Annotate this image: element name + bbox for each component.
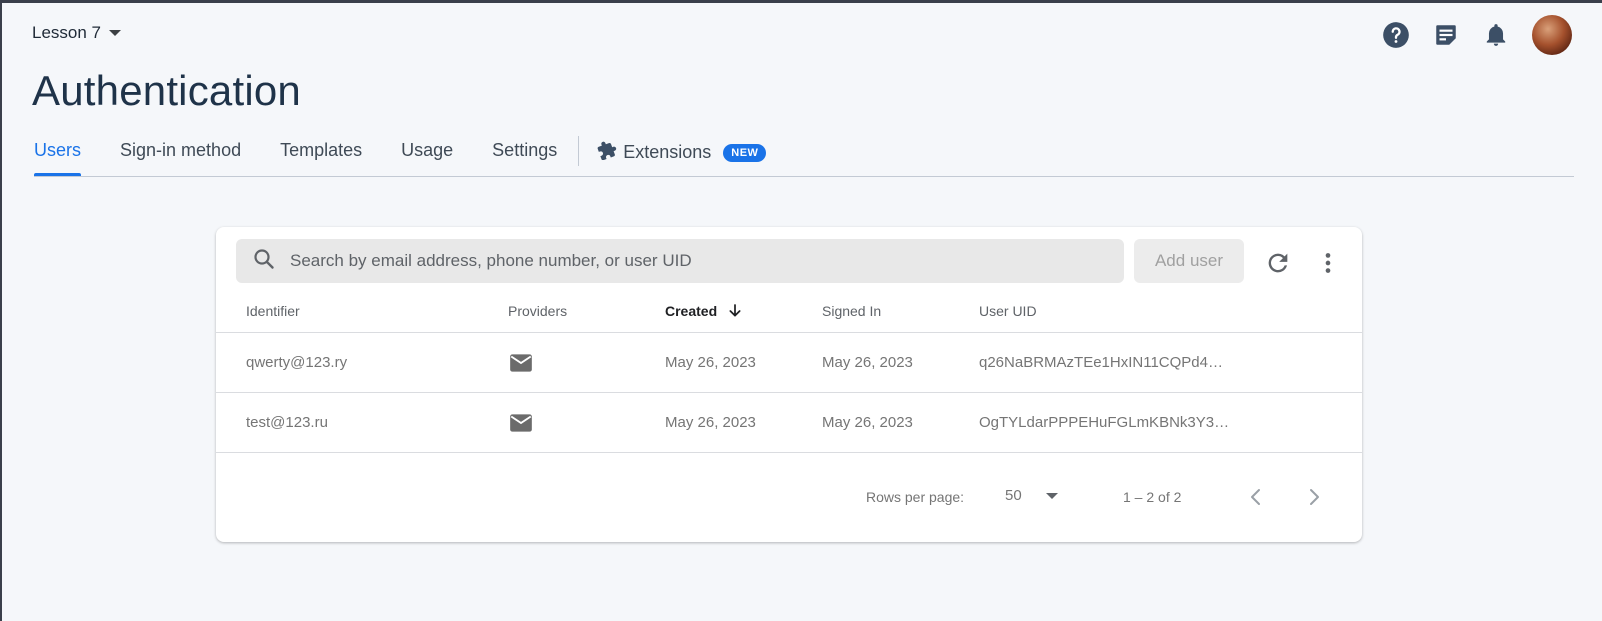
- cell-user-uid: q26NaBRMAzTEe1HxIN11CQPd4…: [979, 354, 1223, 371]
- tab-divider: [578, 136, 580, 166]
- cell-identifier: test@123.ru: [246, 414, 328, 431]
- tab-usage[interactable]: Usage: [401, 131, 453, 175]
- arrow-down-icon: [727, 303, 743, 319]
- email-icon: [508, 393, 534, 452]
- chevron-right-icon[interactable]: [1302, 485, 1326, 509]
- cell-identifier: qwerty@123.ry: [246, 354, 348, 371]
- release-notes-icon[interactable]: [1432, 21, 1460, 49]
- refresh-icon[interactable]: [1264, 249, 1292, 277]
- chevron-down-icon: [1045, 492, 1058, 499]
- table-row[interactable]: test@123.ru May 26, 2023 May 26, 2023 Og…: [216, 393, 1362, 453]
- help-icon[interactable]: [1382, 21, 1410, 49]
- rows-per-page-label: Rows per page:: [866, 489, 965, 505]
- column-header-signed-in[interactable]: Signed In: [822, 289, 881, 332]
- more-vert-icon[interactable]: [1314, 249, 1342, 277]
- cell-created: May 26, 2023: [665, 414, 756, 431]
- table-row[interactable]: qwerty@123.ry May 26, 2023 May 26, 2023 …: [216, 333, 1362, 393]
- search-icon: [252, 247, 276, 276]
- cell-created: May 26, 2023: [665, 354, 756, 371]
- users-card: Add user Identifier Providers Created Si…: [216, 227, 1362, 542]
- cell-user-uid: OgTYLdarPPPEHuFGLmKBNk3Y3…: [979, 414, 1230, 431]
- tab-extensions-label: Extensions: [623, 142, 712, 162]
- tab-settings[interactable]: Settings: [492, 131, 557, 175]
- add-user-button[interactable]: Add user: [1134, 239, 1244, 283]
- tab-extensions[interactable]: Extensions NEW: [597, 131, 767, 179]
- tab-templates[interactable]: Templates: [280, 131, 362, 175]
- page-title: Authentication: [32, 67, 301, 114]
- tab-bar: Users Sign-in method Templates Usage Set…: [34, 131, 1574, 177]
- project-switcher[interactable]: Lesson 7: [32, 23, 121, 43]
- column-header-created-label: Created: [665, 302, 718, 319]
- puzzle-icon: [597, 140, 617, 165]
- top-toolbar: [1382, 15, 1572, 55]
- tab-users[interactable]: Users: [34, 131, 82, 176]
- table-header: Identifier Providers Created Signed In U…: [216, 289, 1362, 333]
- rows-per-page-select[interactable]: 50: [1005, 487, 1058, 504]
- search-box[interactable]: [236, 239, 1124, 283]
- rows-per-page-value: 50: [1005, 487, 1022, 504]
- column-header-providers[interactable]: Providers: [508, 289, 567, 332]
- avatar[interactable]: [1532, 15, 1572, 55]
- column-header-created[interactable]: Created: [665, 289, 743, 332]
- column-header-user-uid[interactable]: User UID: [979, 289, 1037, 332]
- pagination-bar: Rows per page: 50 1 – 2 of 2: [216, 453, 1362, 542]
- tab-sign-in-method[interactable]: Sign-in method: [120, 131, 241, 175]
- column-header-identifier[interactable]: Identifier: [246, 289, 300, 332]
- new-badge: NEW: [723, 143, 767, 162]
- cell-signed-in: May 26, 2023: [822, 354, 913, 371]
- cell-signed-in: May 26, 2023: [822, 414, 913, 431]
- chevron-left-icon[interactable]: [1244, 485, 1268, 509]
- search-input[interactable]: [290, 251, 1110, 271]
- bell-icon[interactable]: [1482, 21, 1510, 49]
- project-name: Lesson 7: [32, 23, 101, 42]
- email-icon: [508, 333, 534, 392]
- pagination-range: 1 – 2 of 2: [1123, 489, 1182, 505]
- chevron-down-icon: [109, 30, 121, 36]
